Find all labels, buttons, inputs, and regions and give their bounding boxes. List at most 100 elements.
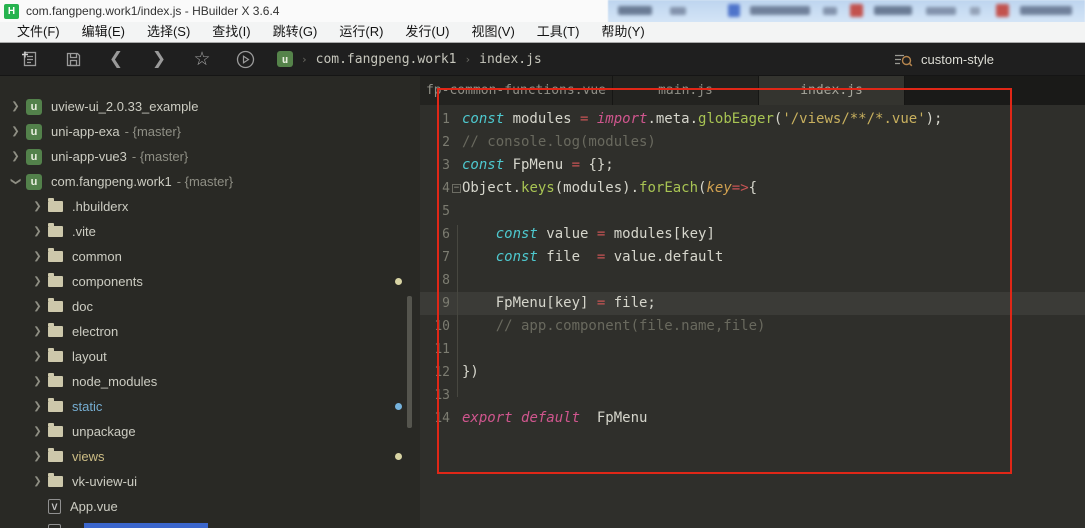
tree-item-uni-app-exa[interactable]: ❯ u uni-app-exa - {master} [0, 119, 420, 144]
back-icon[interactable]: ❮ [103, 46, 129, 72]
tab-index.js[interactable]: index.js [759, 76, 905, 105]
tree-item-electron[interactable]: ❯ electron [0, 319, 420, 344]
tree-item-views[interactable]: ❯ views [0, 444, 420, 469]
tree-item-partial[interactable] [0, 519, 420, 528]
chevron-icon[interactable]: ❯ [30, 301, 45, 312]
chevron-icon[interactable]: ❯ [30, 451, 45, 462]
chevron-icon[interactable]: ❯ [30, 276, 45, 287]
hbuilderx-window: H com.fangpeng.work1/index.js - HBuilder… [0, 0, 1085, 528]
tree-item-components[interactable]: ❯ components [0, 269, 420, 294]
code-line-14[interactable]: 14 export default FpMenu [420, 407, 1085, 430]
tree-item-static[interactable]: ❯ static [0, 394, 420, 419]
git-branch-label: - {master} [124, 124, 182, 139]
code-line-4[interactable]: 4− Object.keys(modules).forEach(key=>{ [420, 177, 1085, 200]
code-line-1[interactable]: 1 const modules = import.meta.globEager('… [420, 108, 1085, 131]
chevron-icon[interactable]: ❯ [8, 101, 23, 112]
chevron-icon[interactable]: ❯ [8, 151, 23, 162]
code-line-6[interactable]: 6 const value = modules[key] [420, 223, 1085, 246]
menu-item[interactable]: 查找(I) [201, 22, 261, 42]
code-text: const FpMenu = {}; [462, 157, 614, 173]
uniapp-icon: u [26, 98, 42, 115]
chevron-icon[interactable]: ❯ [30, 251, 45, 262]
menu-item[interactable]: 跳转(G) [262, 22, 329, 42]
code-line-10[interactable]: 10 // app.component(file.name,file) [420, 315, 1085, 338]
code-text: Object.keys(modules).forEach(key=>{ [462, 180, 758, 196]
chevron-icon[interactable]: ❯ [30, 201, 45, 212]
folder-icon [48, 323, 63, 337]
tree-item-label: App.vue [70, 499, 118, 514]
tree-item-com.fangpeng.work1[interactable]: ❯ u com.fangpeng.work1 - {master} [0, 169, 420, 194]
new-file-icon[interactable] [17, 46, 43, 72]
chevron-icon[interactable]: ❯ [30, 476, 45, 487]
forward-icon[interactable]: ❯ [146, 46, 172, 72]
menu-bar: 文件(F) 编辑(E) 选择(S) 查找(I) 跳转(G) 运行(R) 发行(U) 视图(V)… [0, 22, 1085, 43]
folder-icon [48, 373, 63, 387]
code-line-2[interactable]: 2 // console.log(modules) [420, 131, 1085, 154]
line-number: 5 [442, 204, 450, 219]
tree-item-label: common [72, 249, 122, 264]
tree-item-label: uni-app-exa [51, 124, 120, 139]
menu-item[interactable]: 视图(V) [460, 22, 525, 42]
menu-item[interactable]: 运行(R) [328, 22, 394, 42]
menu-item[interactable]: 文件(F) [6, 22, 71, 42]
tree-item-vk-uview-ui[interactable]: ❯ vk-uview-ui [0, 469, 420, 494]
chevron-icon[interactable]: ❯ [30, 401, 45, 412]
breadcrumb: u › com.fangpeng.work1 › index.js [277, 51, 542, 67]
line-number: 12 [434, 365, 450, 380]
tree-item-doc[interactable]: ❯ doc [0, 294, 420, 319]
folder-icon [48, 248, 63, 262]
menu-item[interactable]: 工具(T) [526, 22, 591, 42]
breadcrumb-project[interactable]: com.fangpeng.work1 [316, 52, 457, 67]
tree-item-App.vue[interactable]: V App.vue [0, 494, 420, 519]
chevron-icon[interactable]: ❯ [30, 376, 45, 387]
tree-item-label: node_modules [72, 374, 158, 389]
tree-item-unpackage[interactable]: ❯ unpackage [0, 419, 420, 444]
chevron-icon[interactable]: ❯ [30, 351, 45, 362]
code-line-5[interactable]: 5 [420, 200, 1085, 223]
sidebar-scrollbar[interactable] [407, 296, 412, 428]
tree-item-layout[interactable]: ❯ layout [0, 344, 420, 369]
code-line-11[interactable]: 11 [420, 338, 1085, 361]
search-in-files[interactable]: custom-style [893, 43, 994, 76]
line-number: 8 [442, 273, 450, 288]
line-number: 1 [442, 112, 450, 127]
menu-item[interactable]: 帮助(Y) [590, 22, 655, 42]
tree-item-uni-app-vue3[interactable]: ❯ u uni-app-vue3 - {master} [0, 144, 420, 169]
code-line-3[interactable]: 3 const FpMenu = {}; [420, 154, 1085, 177]
menu-item[interactable]: 编辑(E) [71, 22, 136, 42]
tree-item-uview-ui_2.0.33_example[interactable]: ❯ u uview-ui_2.0.33_example [0, 94, 420, 119]
tab-main.js[interactable]: main.js [613, 76, 759, 105]
favorite-icon[interactable]: ☆ [189, 46, 215, 72]
tree-item-common[interactable]: ❯ common [0, 244, 420, 269]
tab-fp-common-functions.vue[interactable]: fp-common-functions.vue [420, 76, 613, 105]
folder-icon [48, 423, 63, 437]
save-icon[interactable] [60, 46, 86, 72]
run-icon[interactable] [232, 46, 258, 72]
breadcrumb-file[interactable]: index.js [479, 52, 542, 67]
chevron-icon[interactable]: ❯ [8, 126, 23, 137]
search-query-label[interactable]: custom-style [921, 52, 994, 67]
tree-item-label: doc [72, 299, 93, 314]
code-area[interactable]: 1 const modules = import.meta.globEager('… [420, 105, 1085, 430]
menu-item[interactable]: 发行(U) [394, 22, 460, 42]
line-number: 10 [434, 319, 450, 334]
tree-item-.vite[interactable]: ❯ .vite [0, 219, 420, 244]
tree-item-.hbuilderx[interactable]: ❯ .hbuilderx [0, 194, 420, 219]
code-line-12[interactable]: 12}) [420, 361, 1085, 384]
chevron-icon[interactable]: ❯ [30, 226, 45, 237]
git-branch-label: - {master} [176, 174, 234, 189]
chevron-icon[interactable]: ❯ [30, 326, 45, 337]
menu-item[interactable]: 选择(S) [136, 22, 201, 42]
editor-pane: fp-common-functions.vue main.js index.js 1… [420, 76, 1085, 528]
chevron-icon[interactable]: ❯ [30, 426, 45, 437]
chevron-icon[interactable]: ❯ [10, 174, 21, 189]
vue-file-icon [48, 524, 61, 528]
code-line-8[interactable]: 8 [420, 269, 1085, 292]
tree-item-node_modules[interactable]: ❯ node_modules [0, 369, 420, 394]
fold-toggle-icon[interactable]: − [452, 184, 461, 193]
code-line-7[interactable]: 7 const file = value.default [420, 246, 1085, 269]
code-line-9[interactable]: 9 FpMenu[key] = file; [420, 292, 1085, 315]
tree-item-label: vk-uview-ui [72, 474, 138, 489]
code-line-13[interactable]: 13 [420, 384, 1085, 407]
uniapp-project-icon: u [277, 51, 293, 67]
